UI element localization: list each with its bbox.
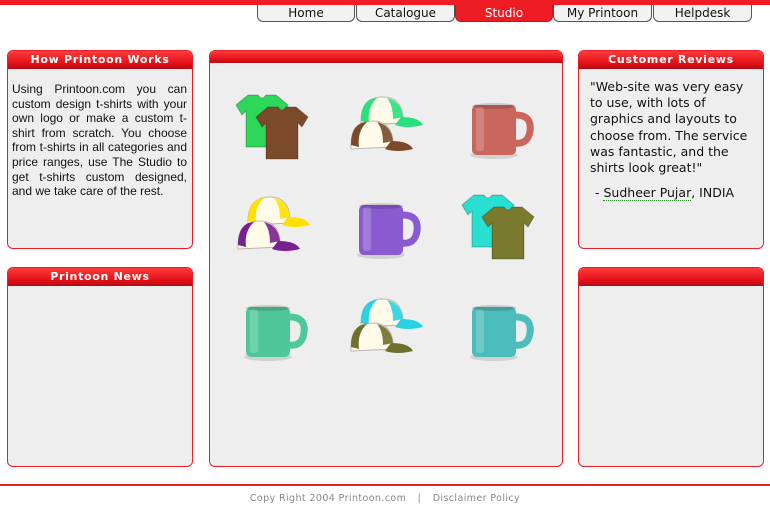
product-grid — [210, 51, 562, 466]
tab-home[interactable]: Home — [257, 5, 355, 22]
tab-helpdesk[interactable]: Helpdesk — [653, 5, 752, 22]
product-mug[interactable] — [458, 295, 538, 365]
product-mug[interactable] — [458, 93, 538, 163]
how-it-works-text: Using Printoon.com you can custom design… — [12, 82, 187, 199]
product-mug[interactable] — [232, 295, 312, 365]
tab-catalogue[interactable]: Catalogue — [356, 5, 455, 22]
review-author: - Sudheer Pujar, INDIA — [595, 185, 755, 202]
printoon-news-panel: Printoon News — [7, 267, 193, 467]
author-location: , INDIA — [691, 185, 735, 201]
product-tshirts[interactable] — [458, 193, 538, 263]
bottom-accent-bar — [0, 484, 770, 486]
product-mug[interactable] — [345, 193, 425, 263]
panel-title: Customer Reviews — [579, 51, 763, 69]
how-printoon-works-panel: How Printoon Works Using Printoon.com yo… — [7, 50, 193, 249]
panel-title: How Printoon Works — [8, 51, 192, 69]
footer: Copy Right 2004 Printoon.com | Disclaime… — [0, 493, 770, 504]
disclaimer-link[interactable]: Disclaimer Policy — [433, 493, 520, 504]
product-caps[interactable] — [345, 295, 425, 365]
copyright-text: Copy Right 2004 Printoon.com — [249, 493, 407, 504]
author-name: Sudheer Pujar — [603, 185, 692, 202]
product-tshirts[interactable] — [232, 93, 312, 163]
customer-reviews-panel: Customer Reviews "Web-site was very easy… — [578, 50, 764, 249]
product-caps[interactable] — [232, 193, 312, 263]
tab-studio[interactable]: Studio — [455, 5, 553, 22]
review-quote: "Web-site was very easy to use, with lot… — [590, 79, 748, 176]
footer-separator: | — [417, 493, 422, 504]
panel-title: Printoon News — [8, 268, 192, 286]
tab-my-printoon[interactable]: My Printoon — [553, 5, 652, 22]
studio-products-panel — [209, 50, 563, 467]
product-caps[interactable] — [345, 93, 425, 163]
right-empty-panel — [578, 267, 764, 467]
panel-header-strip — [579, 268, 763, 286]
